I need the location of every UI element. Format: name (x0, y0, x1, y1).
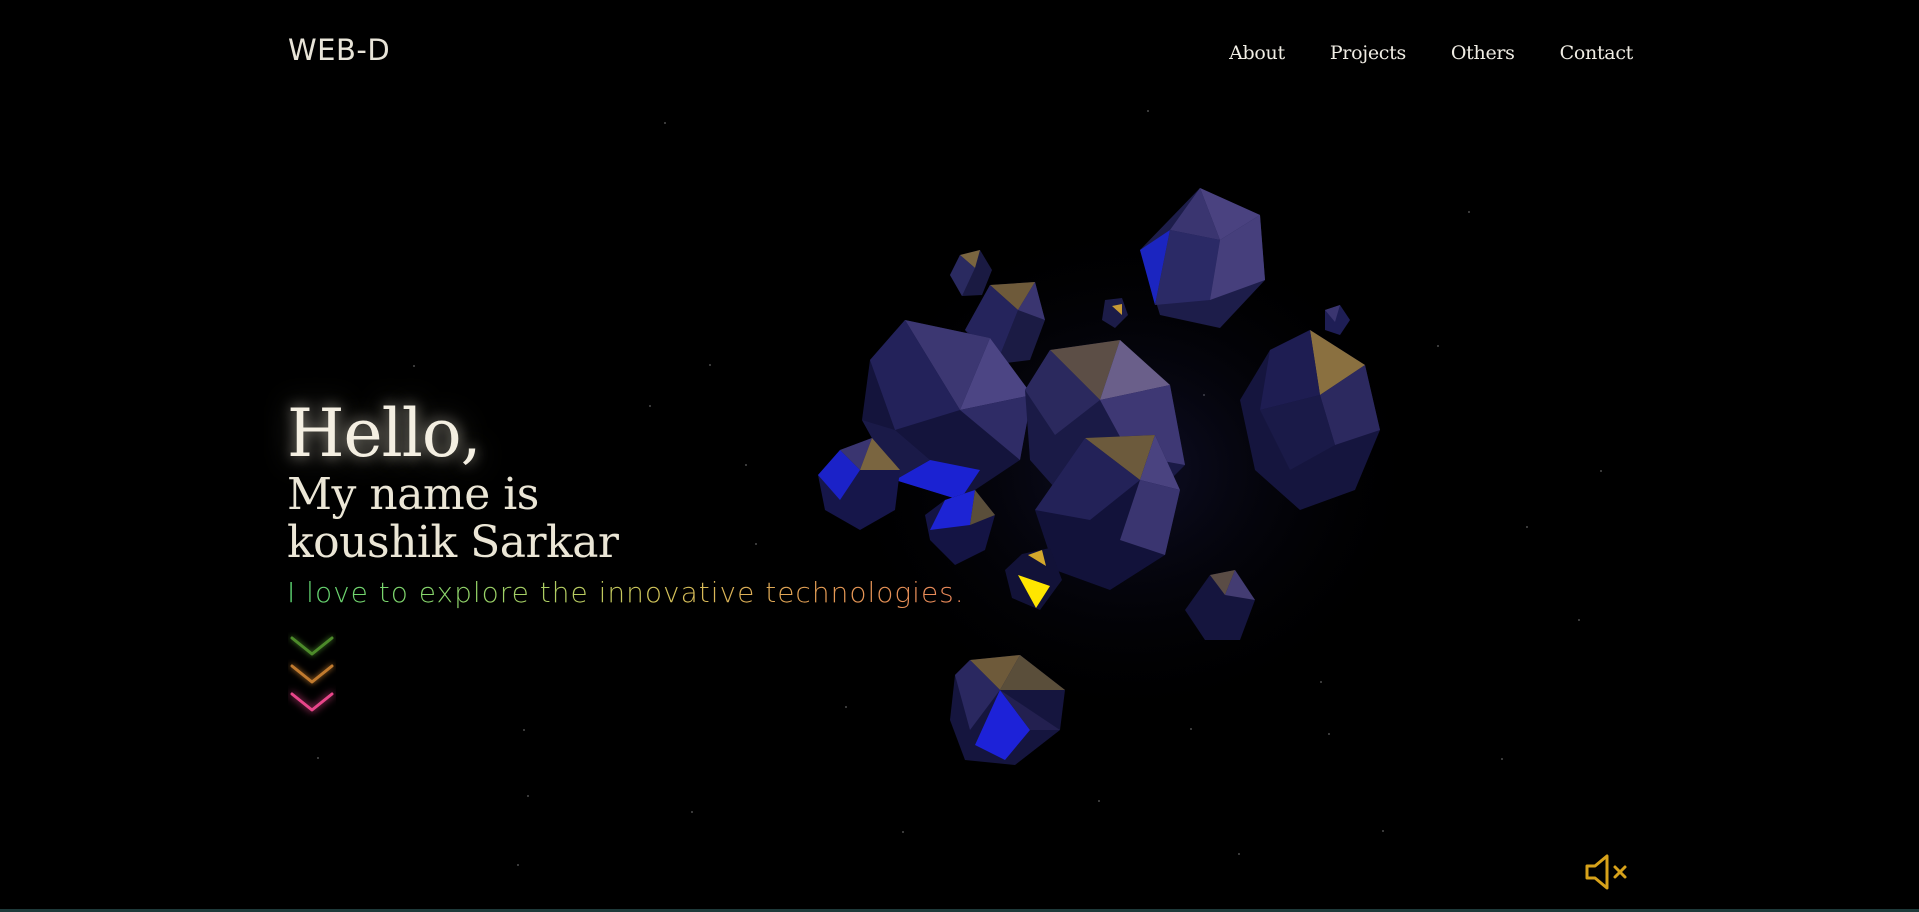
polyhedra-3d-scene (818, 188, 1430, 765)
speaker-muted-icon[interactable] (1583, 852, 1631, 892)
nav-projects[interactable]: Projects (1330, 42, 1406, 64)
nav-about[interactable]: About (1229, 42, 1285, 64)
greeting-text: Hello, (287, 395, 482, 472)
logo-accent-letter: D (367, 33, 391, 67)
hero-heading: Hello, My name is koushik Sarkar (287, 395, 619, 568)
nav-contact[interactable]: Contact (1560, 42, 1634, 64)
site-logo[interactable]: WEB-D (288, 33, 390, 67)
nav-others[interactable]: Others (1451, 42, 1515, 64)
main-nav: About Projects Others Contact (1229, 42, 1633, 64)
name-line-1: My name is (287, 469, 539, 520)
name-line-2: koushik Sarkar (287, 517, 619, 568)
logo-text: WEB- (288, 33, 368, 67)
tagline-text: I love to explore the innovative technol… (287, 576, 965, 609)
scroll-down-icon[interactable] (288, 632, 336, 726)
